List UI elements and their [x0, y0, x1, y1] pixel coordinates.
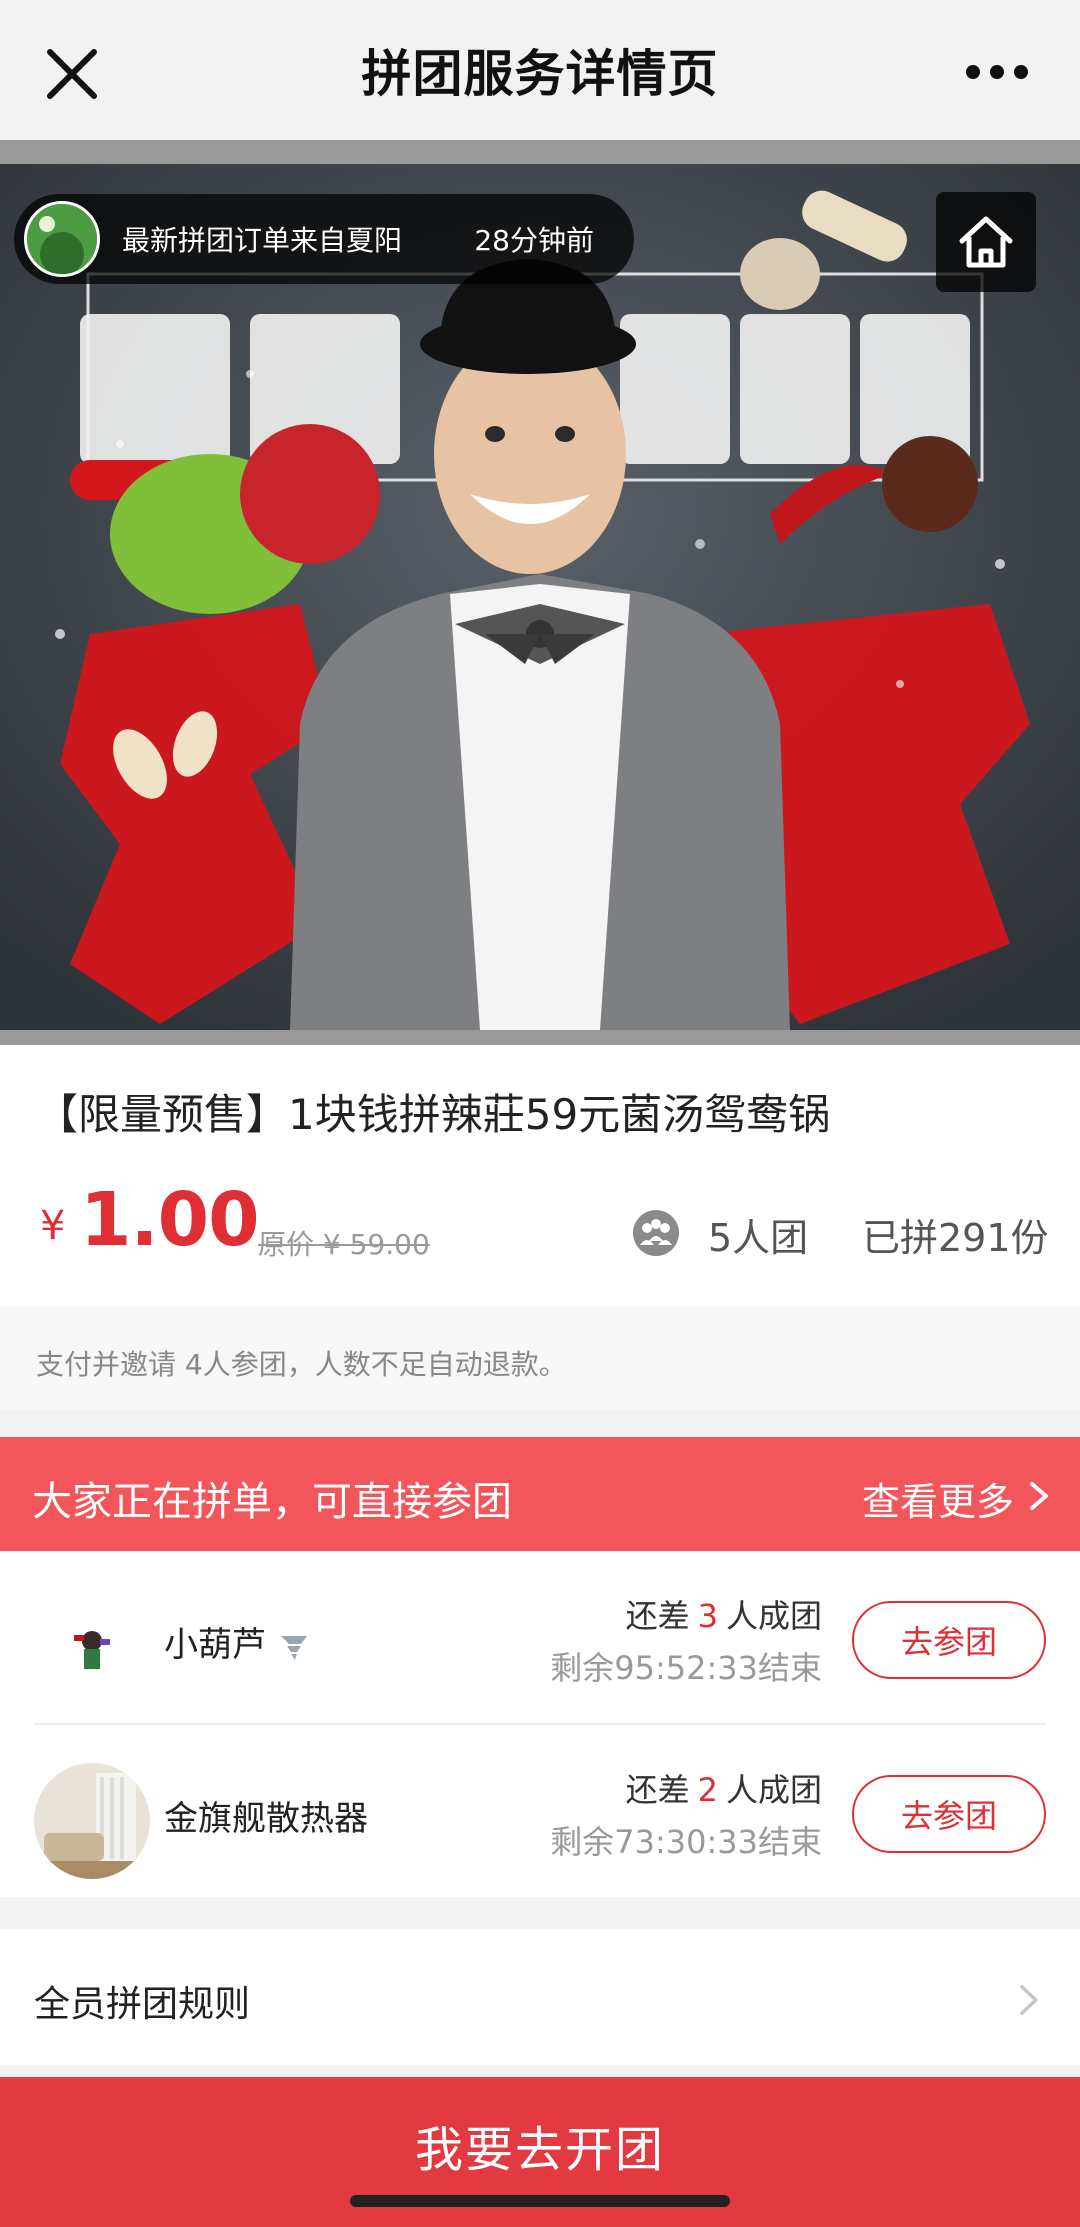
- product-info: 【限量预售】1块钱拼辣莊59元菌汤鸳鸯锅 ¥ 1.00 原价 ¥ 59.00 5…: [0, 1045, 1080, 1307]
- group-rules-row[interactable]: 全员拼团规则: [0, 1929, 1080, 2065]
- group-price: 1.00: [80, 1177, 260, 1263]
- home-icon: [959, 216, 1013, 268]
- recent-order-time: 28分钟前: [474, 224, 594, 257]
- chevron-right-icon[interactable]: [1026, 1481, 1052, 1511]
- members-needed: 还差 2 人成团: [625, 1771, 822, 1809]
- group-leader-name: 小葫芦: [164, 1617, 311, 1666]
- price-currency: ¥: [40, 1203, 66, 1249]
- recent-order-text: 最新拼团订单来自夏阳: [122, 224, 403, 257]
- list-item: 小葫芦 还差 3 人成团 剩余95:52:33结束 去参团: [0, 1551, 1080, 1725]
- avatar: [34, 1589, 150, 1705]
- time-remaining: 剩余95:52:33结束: [550, 1649, 822, 1687]
- start-group-label: 我要去开团: [414, 2122, 665, 2178]
- members-needed: 还差 3 人成团: [625, 1597, 822, 1635]
- join-groups-header: 大家正在拼单，可直接参团 查看更多: [0, 1437, 1080, 1551]
- avatar: [34, 1763, 150, 1879]
- join-group-button[interactable]: 去参团: [852, 1601, 1046, 1679]
- close-icon[interactable]: [40, 42, 104, 106]
- group-leader-name: 金旗舰散热器: [164, 1799, 368, 1839]
- join-groups-title: 大家正在拼单，可直接参团: [32, 1479, 512, 1525]
- refund-notice-text: 支付并邀请 4人参团，人数不足自动退款。: [36, 1348, 567, 1381]
- product-banner: 最新拼团订单来自夏阳 28分钟前: [0, 140, 1080, 1045]
- group-rules-label: 全员拼团规则: [34, 1984, 251, 2025]
- tornado-icon: [280, 1635, 307, 1660]
- members-needed-count: 2: [697, 1771, 718, 1809]
- list-item: 金旗舰散热器 还差 2 人成团 剩余73:30:33结束 去参团: [0, 1725, 1080, 1897]
- recent-order-avatar: [24, 201, 100, 277]
- chevron-right-icon: [1020, 1985, 1038, 2015]
- original-price: 原价 ¥ 59.00: [258, 1228, 430, 1261]
- more-menu-icon[interactable]: [966, 52, 1040, 92]
- view-more-link[interactable]: 查看更多: [862, 1471, 1014, 1526]
- open-groups-list: 小葫芦 还差 3 人成团 剩余95:52:33结束 去参团 金旗舰散热器 还差 …: [0, 1551, 1080, 1897]
- home-indicator: [350, 2195, 730, 2207]
- product-title: 【限量预售】1块钱拼辣莊59元菌汤鸳鸯锅: [36, 1090, 831, 1139]
- refund-notice: 支付并邀请 4人参团，人数不足自动退款。: [0, 1307, 1080, 1409]
- group-size: 5人团: [708, 1216, 809, 1260]
- sold-count: 已拼291份: [862, 1216, 1049, 1260]
- page-title: 拼团服务详情页: [361, 45, 719, 103]
- nav-bar: 拼团服务详情页: [0, 0, 1080, 140]
- group-icon: [633, 1210, 679, 1256]
- banner-illustration: [0, 164, 1080, 1030]
- banner-image: 最新拼团订单来自夏阳 28分钟前: [0, 164, 1080, 1030]
- members-needed-count: 3: [697, 1597, 718, 1635]
- home-button[interactable]: [936, 192, 1036, 292]
- recent-order-pill: 最新拼团订单来自夏阳 28分钟前: [14, 194, 634, 284]
- time-remaining: 剩余73:30:33结束: [550, 1823, 822, 1861]
- join-group-button[interactable]: 去参团: [852, 1775, 1046, 1853]
